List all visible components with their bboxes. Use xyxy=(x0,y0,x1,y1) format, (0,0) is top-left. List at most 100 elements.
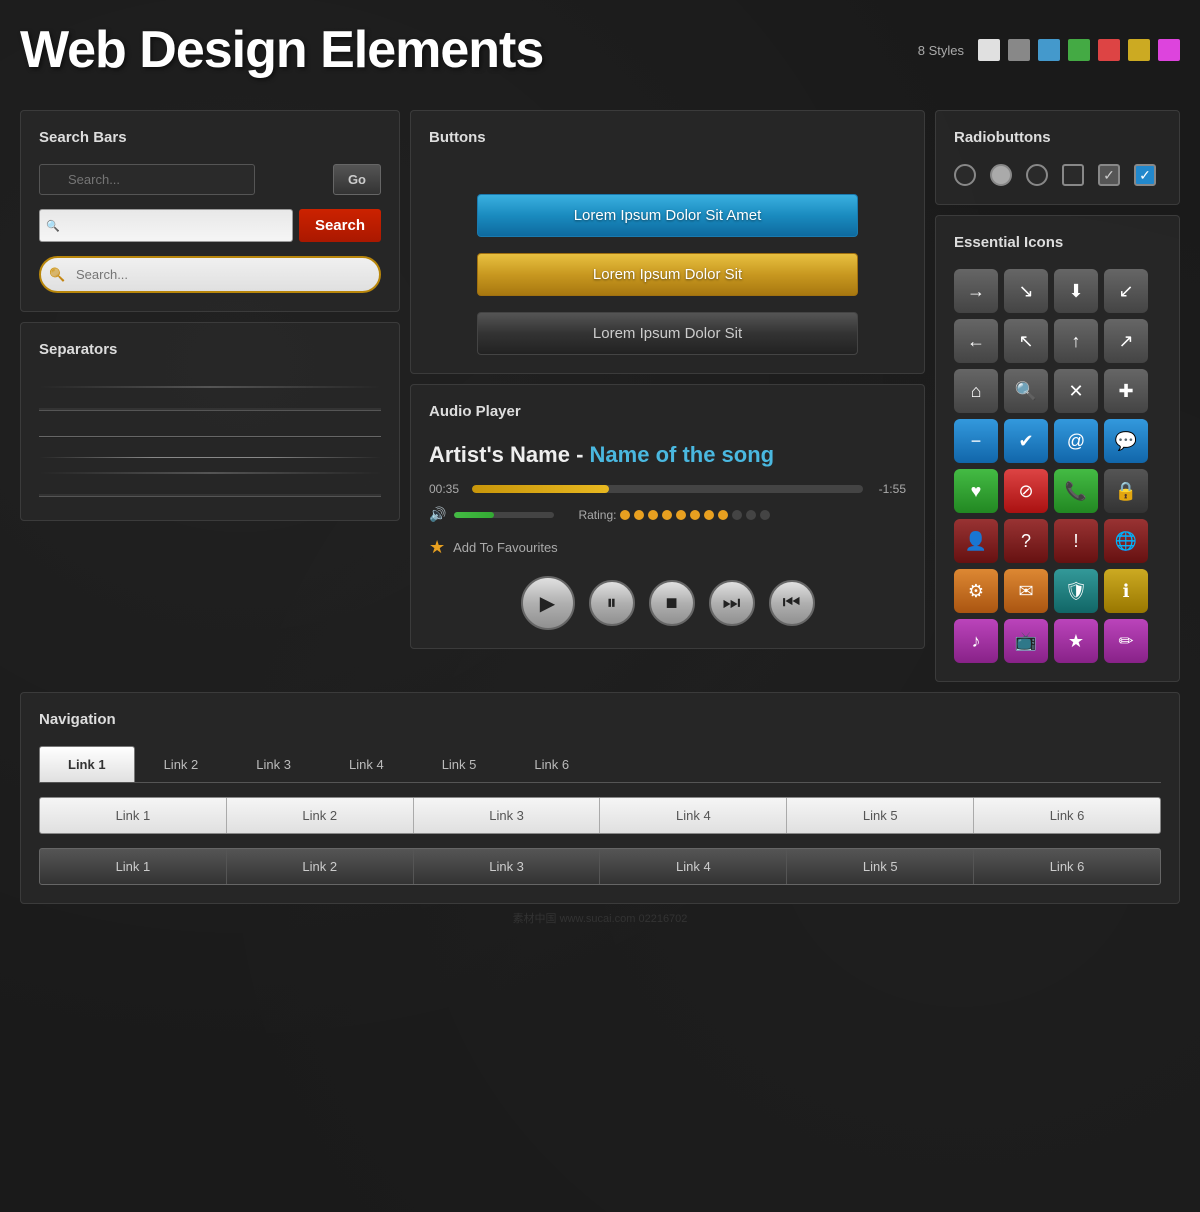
separator-3 xyxy=(39,436,381,437)
nav-tab-3-link6[interactable]: Link 6 xyxy=(974,849,1160,884)
icon-arrow-down-left[interactable]: ↙ xyxy=(1104,269,1148,313)
search-input-2[interactable] xyxy=(39,209,293,242)
volume-bar-fill xyxy=(454,512,494,518)
icon-minus[interactable]: − xyxy=(954,419,998,463)
icon-no[interactable]: ⊘ xyxy=(1004,469,1048,513)
icon-arrow-up-right[interactable]: ↗ xyxy=(1104,319,1148,363)
icon-gear[interactable]: ⚙ xyxy=(954,569,998,613)
separator-1 xyxy=(39,386,381,388)
rating-dot xyxy=(718,510,728,520)
favourites-row[interactable]: ★ Add To Favourites xyxy=(429,537,906,558)
radio-4[interactable] xyxy=(1062,164,1084,186)
search-bars-title: Search Bars xyxy=(39,129,381,146)
icon-heart[interactable]: ♥ xyxy=(954,469,998,513)
icon-mail[interactable]: ✉ xyxy=(1004,569,1048,613)
nav-tab-1-link4[interactable]: Link 4 xyxy=(320,746,413,782)
icon-exclaim[interactable]: ! xyxy=(1054,519,1098,563)
icon-star[interactable]: ★ xyxy=(1054,619,1098,663)
nav-tab-2-link3[interactable]: Link 3 xyxy=(414,798,601,833)
icon-globe[interactable]: 🌐 xyxy=(1104,519,1148,563)
icon-at[interactable]: @ xyxy=(1054,419,1098,463)
nav-tab-3-link1[interactable]: Link 1 xyxy=(40,849,227,884)
nav-tab-1-link3[interactable]: Link 3 xyxy=(227,746,320,782)
search-wrapper-3 xyxy=(39,256,381,293)
nav-tab-1-link1[interactable]: Link 1 xyxy=(39,746,135,782)
icon-arrow-right[interactable]: → xyxy=(954,269,998,313)
go-button[interactable]: Go xyxy=(333,164,381,195)
progress-bar-fill xyxy=(472,485,609,493)
nav-tab-3-link3[interactable]: Link 3 xyxy=(414,849,601,884)
separator-2 xyxy=(39,408,381,410)
radio-5[interactable]: ✓ xyxy=(1098,164,1120,186)
search-wrapper-1 xyxy=(39,164,327,195)
nav-tab-1-link2[interactable]: Link 2 xyxy=(135,746,228,782)
volume-bar[interactable] xyxy=(454,512,554,518)
buttons-title: Buttons xyxy=(429,129,906,146)
rating-dot xyxy=(634,510,644,520)
icon-search[interactable]: 🔍 xyxy=(1004,369,1048,413)
icon-lock[interactable]: 🔒 xyxy=(1104,469,1148,513)
radio-1[interactable] xyxy=(954,164,976,186)
icon-arrow-down[interactable]: ⬇ xyxy=(1054,269,1098,313)
nav-tab-1-link6[interactable]: Link 6 xyxy=(505,746,598,782)
icon-arrow-up[interactable]: ↑ xyxy=(1054,319,1098,363)
radio-2[interactable] xyxy=(990,164,1012,186)
rating-dot xyxy=(676,510,686,520)
swatch-2[interactable] xyxy=(1008,39,1030,61)
icon-home[interactable]: ⌂ xyxy=(954,369,998,413)
swatch-7[interactable] xyxy=(1158,39,1180,61)
icon-pencil[interactable]: ✏ xyxy=(1104,619,1148,663)
swatch-5[interactable] xyxy=(1098,39,1120,61)
swatch-4[interactable] xyxy=(1068,39,1090,61)
search-button[interactable]: Search xyxy=(299,209,381,242)
rating-dot-empty xyxy=(746,510,756,520)
icon-arrow-down-right[interactable]: ↘ xyxy=(1004,269,1048,313)
radiobuttons-title: Radiobuttons xyxy=(954,129,1161,146)
icon-arrow-left[interactable]: ← xyxy=(954,319,998,363)
icon-plus[interactable]: ✚ xyxy=(1104,369,1148,413)
forward-button[interactable]: ⏭ xyxy=(709,580,755,626)
icon-tv[interactable]: 📺 xyxy=(1004,619,1048,663)
nav-tab-2-link4[interactable]: Link 4 xyxy=(600,798,787,833)
search-input-3[interactable] xyxy=(39,256,381,293)
icon-close[interactable]: ✕ xyxy=(1054,369,1098,413)
icon-info[interactable]: ℹ xyxy=(1104,569,1148,613)
rating-label: Rating: xyxy=(578,508,616,522)
nav-tab-3-link4[interactable]: Link 4 xyxy=(600,849,787,884)
rating-area: Rating: xyxy=(578,508,770,522)
radio-6[interactable]: ✓ xyxy=(1134,164,1156,186)
search-input-1[interactable] xyxy=(39,164,255,195)
nav-tab-2-link1[interactable]: Link 1 xyxy=(40,798,227,833)
button-blue[interactable]: Lorem Ipsum Dolor Sit Amet xyxy=(477,194,859,237)
navigation-panel: Navigation Link 1 Link 2 Link 3 Link 4 L… xyxy=(20,692,1180,904)
nav-tab-2-link6[interactable]: Link 6 xyxy=(974,798,1160,833)
nav-tab-3-link5[interactable]: Link 5 xyxy=(787,849,974,884)
radio-3[interactable] xyxy=(1026,164,1048,186)
button-dark[interactable]: Lorem Ipsum Dolor Sit xyxy=(477,312,859,355)
nav-tab-1-link5[interactable]: Link 5 xyxy=(413,746,506,782)
volume-icon: 🔊 xyxy=(429,506,446,523)
progress-row: 00:35 -1:55 xyxy=(429,482,906,496)
icon-chat[interactable]: 💬 xyxy=(1104,419,1148,463)
button-gold[interactable]: Lorem Ipsum Dolor Sit xyxy=(477,253,859,296)
icon-user[interactable]: 👤 xyxy=(954,519,998,563)
icon-music[interactable]: ♪ xyxy=(954,619,998,663)
icon-phone[interactable]: 📞 xyxy=(1054,469,1098,513)
swatch-1[interactable] xyxy=(978,39,1000,61)
nav-tab-2-link5[interactable]: Link 5 xyxy=(787,798,974,833)
backward-button[interactable]: ⏮ xyxy=(769,580,815,626)
progress-bar-bg[interactable] xyxy=(472,485,863,493)
stop-button[interactable]: ■ xyxy=(649,580,695,626)
icon-arrow-up-left[interactable]: ↖ xyxy=(1004,319,1048,363)
swatch-6[interactable] xyxy=(1128,39,1150,61)
icon-checkmark[interactable]: ✔ xyxy=(1004,419,1048,463)
nav-tab-3-link2[interactable]: Link 2 xyxy=(227,849,414,884)
nav-tab-2-link2[interactable]: Link 2 xyxy=(227,798,414,833)
play-button[interactable]: ▶ xyxy=(521,576,575,630)
search-bar-1-row: Go xyxy=(39,164,381,195)
icon-question[interactable]: ? xyxy=(1004,519,1048,563)
pause-button[interactable]: ⏸ xyxy=(589,580,635,626)
swatch-3[interactable] xyxy=(1038,39,1060,61)
icon-shield[interactable]: 🛡 xyxy=(1054,569,1098,613)
time-current: 00:35 xyxy=(429,482,464,496)
